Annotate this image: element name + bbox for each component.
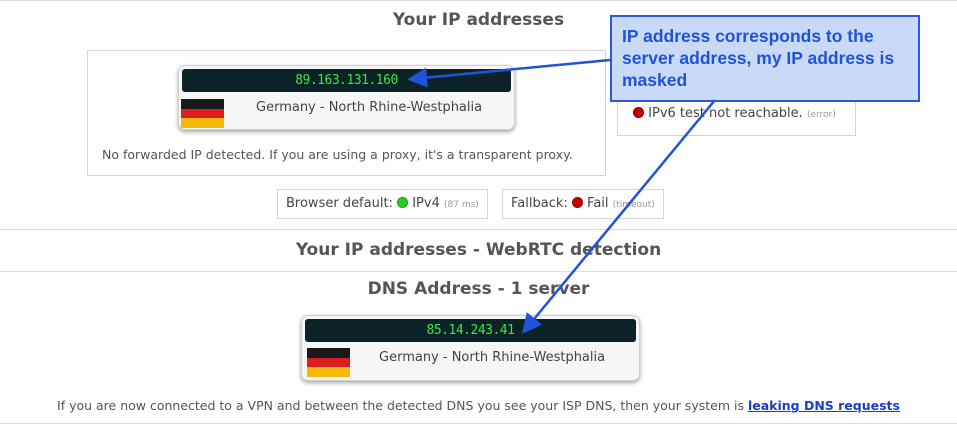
germany-flag-icon (307, 348, 350, 377)
dns-leak-note: If you are now connected to a VPN and be… (0, 398, 957, 413)
dns-leak-text: If you are now connected to a VPN and be… (57, 398, 744, 413)
top-divider (0, 0, 957, 1)
fallback-tag: (timeout) (612, 200, 655, 210)
germany-flag-icon (181, 99, 224, 128)
annotation-callout: IP address corresponds to the server add… (610, 15, 920, 102)
dns-address-display: 85.14.243.41 (305, 319, 636, 342)
browser-default-label: Browser default: (286, 196, 393, 211)
dns-card: 85.14.243.41 Germany - North Rhine-Westp… (301, 315, 640, 381)
fallback-pill: Fallback: Fail (timeout) (502, 189, 664, 219)
status-dot-red-icon (571, 197, 583, 208)
fallback-label: Fallback: (511, 196, 568, 211)
status-dot-green-icon (397, 197, 409, 208)
ip-address-display: 89.163.131.160 (182, 69, 511, 92)
ip-panel: 89.163.131.160 Germany - North Rhine-Wes… (87, 50, 606, 176)
dns-location: Germany - North Rhine-Westphalia (379, 350, 606, 365)
browser-default-value: IPv4 (412, 196, 440, 211)
dns-section-title: DNS Address - 1 server (367, 279, 590, 299)
forwarded-ip-note: No forwarded IP detected. If you are usi… (102, 147, 573, 162)
status-dot-red-icon (633, 107, 644, 118)
browser-default-ms: (87 ms) (444, 200, 479, 210)
leaking-dns-link[interactable]: leaking DNS requests (748, 398, 900, 413)
webrtc-section-title: Your IP addresses - WebRTC detection (295, 240, 662, 260)
ip-location: Germany - North Rhine-Westphalia (256, 100, 483, 115)
ipv6-status-text: IPv6 test not reachable. (648, 106, 803, 121)
browser-default-pill: Browser default: IPv4 (87 ms) (277, 189, 488, 219)
divider (0, 229, 957, 230)
ipv6-status-tag: (error) (806, 110, 836, 120)
ipv6-status: IPv6 test not reachable. (error) (633, 106, 836, 121)
fallback-value: Fail (587, 196, 609, 211)
bottom-divider (0, 423, 957, 424)
ip-card: 89.163.131.160 Germany - North Rhine-Wes… (178, 65, 515, 130)
divider (0, 271, 957, 272)
